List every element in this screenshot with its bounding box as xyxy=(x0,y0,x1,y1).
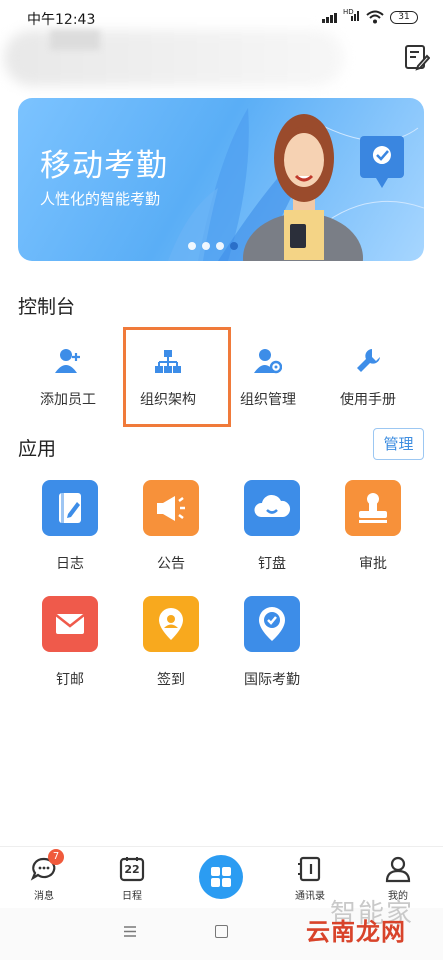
battery-icon: 31 xyxy=(390,11,418,24)
app-tile xyxy=(244,596,300,652)
console-item-label: 添加员工 xyxy=(40,392,96,408)
app-drive[interactable]: 钉盘 xyxy=(222,480,322,573)
app-tile xyxy=(143,596,199,652)
cloud-icon xyxy=(254,494,291,517)
app-label: 国际考勤 xyxy=(244,672,300,688)
console-heading: 控制台 xyxy=(18,296,76,318)
app-label: 钉盘 xyxy=(258,556,286,572)
highlight-box xyxy=(123,327,231,427)
tab-icon-wrap: 7 xyxy=(30,849,64,883)
add-user-icon xyxy=(55,349,80,373)
app-tile xyxy=(143,480,199,536)
app-label: 钉邮 xyxy=(56,672,84,688)
workbench-icon xyxy=(211,867,231,887)
tab-icon-wrap: 22 xyxy=(118,855,146,883)
apps-heading: 应用 xyxy=(18,438,57,460)
banner-title: 移动考勤 xyxy=(40,148,168,184)
stamp-icon xyxy=(359,493,387,523)
unread-badge: 7 xyxy=(48,849,64,865)
contacts-icon xyxy=(298,856,321,882)
app-checkin[interactable]: 签到 xyxy=(121,596,221,689)
app-label: 签到 xyxy=(157,672,185,688)
location-pin-icon xyxy=(159,608,183,640)
app-intl-attendance[interactable]: 国际考勤 xyxy=(222,596,322,689)
tab-schedule[interactable]: 22 日程 xyxy=(102,855,162,902)
promo-banner[interactable]: 移动考勤 人性化的智能考勤 xyxy=(18,98,424,261)
app-tile xyxy=(244,480,300,536)
carousel-dot[interactable] xyxy=(216,242,224,250)
megaphone-icon xyxy=(157,496,185,521)
carousel-dots[interactable] xyxy=(188,235,244,254)
signal-hd-icon: HD xyxy=(343,8,361,23)
app-approval[interactable]: 审批 xyxy=(323,480,423,573)
app-tile xyxy=(42,596,98,652)
app-tile xyxy=(42,480,98,536)
journal-icon xyxy=(59,493,81,523)
tab-messages[interactable]: 7 消息 xyxy=(14,849,74,902)
manage-button[interactable]: 管理 xyxy=(373,428,424,460)
carousel-dot-active[interactable] xyxy=(230,242,238,250)
check-pin-icon xyxy=(259,607,285,641)
app-mail[interactable]: 钉邮 xyxy=(20,596,120,689)
carousel-dot[interactable] xyxy=(188,242,196,250)
home-icon[interactable] xyxy=(215,925,228,938)
calendar-day: 22 xyxy=(124,863,140,876)
tab-icon-wrap xyxy=(296,855,324,883)
signal-icon xyxy=(322,11,340,23)
menu-icon[interactable] xyxy=(124,926,136,937)
tab-label: 消息 xyxy=(34,891,54,902)
mail-icon xyxy=(55,614,85,634)
console-org-management[interactable]: 组织管理 xyxy=(218,347,318,409)
app-log[interactable]: 日志 xyxy=(20,480,120,573)
console-user-manual[interactable]: 使用手册 xyxy=(318,347,418,409)
app-notice[interactable]: 公告 xyxy=(121,480,221,573)
carousel-dot[interactable] xyxy=(202,242,210,250)
watermark: 云南龙网 xyxy=(306,918,406,946)
wifi-icon xyxy=(366,10,384,24)
console-item-label: 使用手册 xyxy=(340,392,396,408)
tab-workbench[interactable] xyxy=(199,855,243,899)
edit-note-icon[interactable] xyxy=(404,44,430,72)
app-label: 公告 xyxy=(157,556,185,572)
banner-subtitle: 人性化的智能考勤 xyxy=(40,190,161,208)
console-item-label: 组织管理 xyxy=(240,392,296,408)
tab-icon-wrap xyxy=(384,855,412,883)
app-tile xyxy=(345,480,401,536)
tab-label: 日程 xyxy=(122,891,142,902)
wrench-icon xyxy=(357,349,380,372)
status-bar: 中午12:43 HD 31 xyxy=(0,0,443,34)
status-time: 中午12:43 xyxy=(27,12,96,28)
console-add-employee[interactable]: 添加员工 xyxy=(18,347,118,409)
app-label: 日志 xyxy=(56,556,84,572)
battery-level: 31 xyxy=(398,12,410,22)
app-label: 审批 xyxy=(359,556,387,572)
user-settings-icon xyxy=(254,349,283,374)
profile-icon xyxy=(385,856,411,883)
blur-mask xyxy=(50,30,100,50)
